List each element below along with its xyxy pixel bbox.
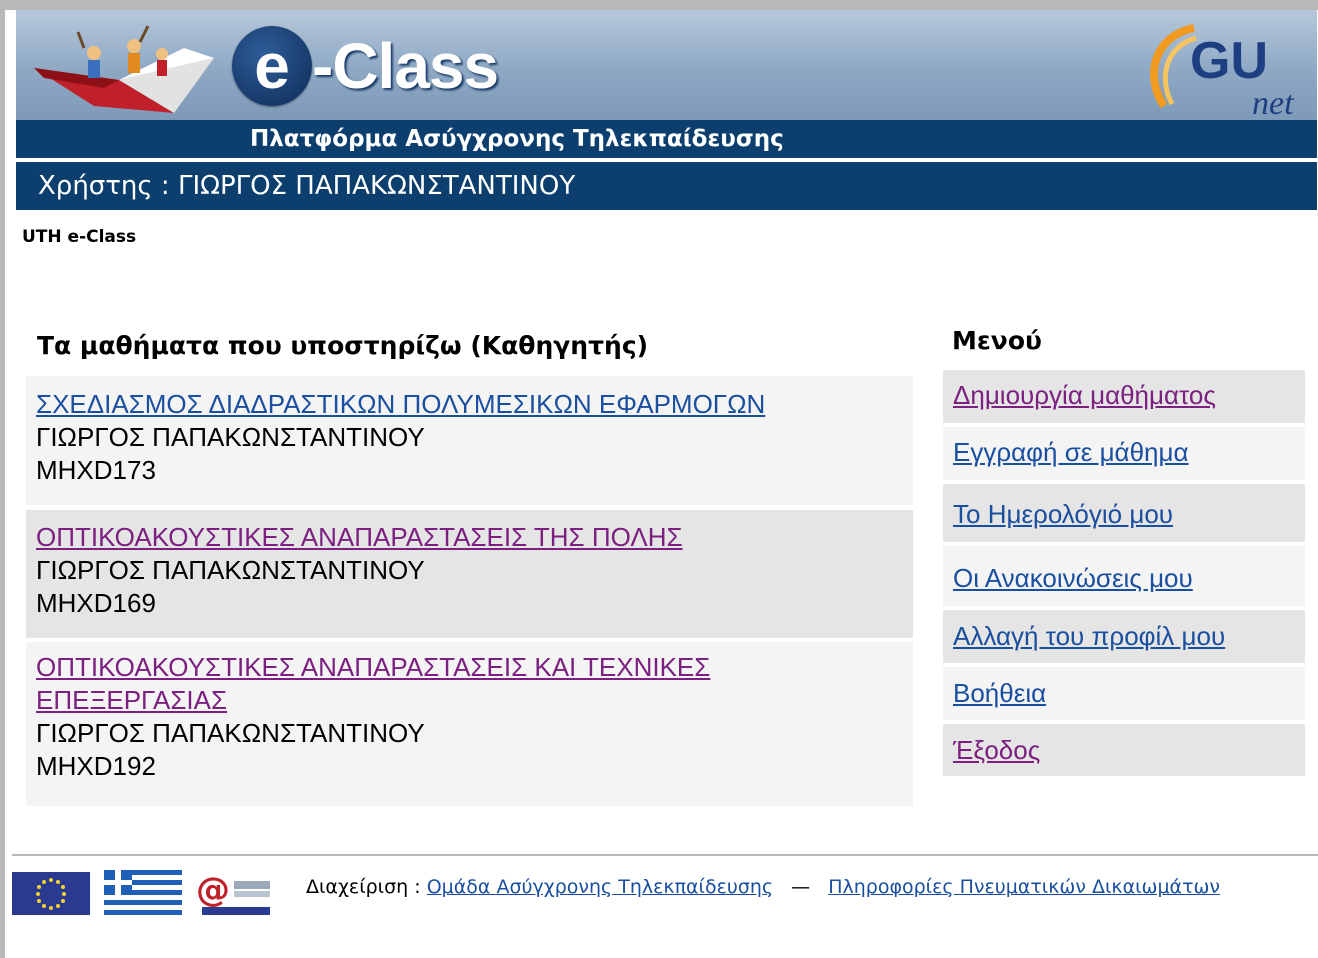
window-left-border [0,0,5,958]
breadcrumb[interactable]: UTH e-Class [22,227,136,247]
footer-credits: Διαχείριση : Ομάδα Ασύγχρονης Τηλεκπαίδε… [306,876,1220,898]
menu-link-help[interactable]: Βοήθεια [953,678,1046,709]
menu-link-profile[interactable]: Αλλαγή του προφίλ μου [953,621,1225,652]
footer-admin-label: Διαχείριση : [306,876,421,898]
menu-link-announcements[interactable]: Οι Ανακοινώσεις μου [953,563,1193,594]
course-code: MHXD169 [36,588,156,618]
menu-link-logout[interactable]: Έξοδος [953,735,1040,766]
greek-flag-icon [104,870,182,916]
current-user: Χρήστης : ΓΙΩΡΓΟΣ ΠΑΠΑΚΩΝΣΤΑΝΤΙΝΟΥ [38,171,576,201]
course-link-line1: ΟΠΤΙΚΟΑΚΟΥΣΤΙΚΕΣ ΑΝΑΠΑΡΑΣΤΑΣΕΙΣ ΚΑΙ ΤΕΧΝ… [36,652,711,682]
course-item: ΟΠΤΙΚΟΑΚΟΥΣΤΙΚΕΣ ΑΝΑΠΑΡΑΣΤΑΣΕΙΣ ΚΑΙ ΤΕΧΝ… [26,642,913,806]
gunet-logo-gu: GU [1190,32,1268,90]
gunet-logo-net: net [1252,85,1295,120]
platform-subtitle: Πλατφόρμα Ασύγχρονης Τηλεκπαίδευσης [250,126,784,152]
platform-subtitle-bar: Πλατφόρμα Ασύγχρονης Τηλεκπαίδευσης [16,120,1317,158]
menu-item-logout: Έξοδος [943,724,1305,776]
menu-link-calendar[interactable]: Το Ημερολόγιό μου [953,499,1173,530]
course-code: MHXD173 [36,455,156,485]
menu-item-announcements: Οι Ανακοινώσεις μου [943,546,1305,606]
flying-book-logo-icon [34,25,214,113]
course-teacher: ΓΙΩΡΓΟΣ ΠΑΠΑΚΩΝΣΤΑΝΤΙΝΟΥ [36,422,425,452]
menu-item-create-course: Δημιουργία μαθήματος [943,370,1305,423]
course-item: ΟΠΤΙΚΟΑΚΟΥΣΤΙΚΕΣ ΑΝΑΠΑΡΑΣΤΑΣΕΙΣ ΤΗΣ ΠΟΛΗ… [26,510,913,638]
site-header: e -Class GU net Πλατφόρμα Ασύγχρονης Τηλ… [16,10,1317,210]
course-link[interactable]: ΟΠΤΙΚΟΑΚΟΥΣΤΙΚΕΣ ΑΝΑΠΑΡΑΣΤΑΣΕΙΣ ΤΗΣ ΠΟΛΗ… [36,521,913,554]
menu-title: Μενού [952,326,1042,355]
course-teacher: ΓΙΩΡΓΟΣ ΠΑΠΑΚΩΝΣΤΑΝΤΙΝΟΥ [36,718,425,748]
course-link[interactable]: ΣΧΕΔΙΑΣΜΟΣ ΔΙΑΔΡΑΣΤΙΚΩΝ ΠΟΛΥΜΕΣΙΚΩΝ ΕΦΑΡ… [36,388,913,421]
menu-link-create-course[interactable]: Δημιουργία μαθήματος [953,380,1216,411]
menu-item-help: Βοήθεια [943,667,1305,720]
eu-flag-icon [12,872,90,915]
information-society-logo-icon: @ [196,870,270,915]
course-code: MHXD192 [36,751,156,781]
gunet-logo-icon: GU net [1150,24,1295,120]
user-bar: Χρήστης : ΓΙΩΡΓΟΣ ΠΑΠΑΚΩΝΣΤΑΝΤΙΝΟΥ [16,162,1317,210]
course-item: ΣΧΕΔΙΑΣΜΟΣ ΔΙΑΔΡΑΣΤΙΚΩΝ ΠΟΛΥΜΕΣΙΚΩΝ ΕΦΑΡ… [26,376,913,505]
eclass-logo-e: e [254,30,290,102]
eclass-logo-text: -Class [312,30,499,102]
footer-copyright-link[interactable]: Πληροφορίες Πνευματικών Δικαιωμάτων [828,876,1220,898]
footer-separator: — [791,876,811,898]
footer-admin-link[interactable]: Ομάδα Ασύγχρονης Τηλεκπαίδευσης [427,876,773,898]
course-teacher: ΓΙΩΡΓΟΣ ΠΑΠΑΚΩΝΣΤΑΝΤΙΝΟΥ [36,555,425,585]
course-link[interactable]: ΟΠΤΙΚΟΑΚΟΥΣΤΙΚΕΣ ΑΝΑΠΑΡΑΣΤΑΣΕΙΣ ΚΑΙ ΤΕΧΝ… [36,651,913,717]
window-top-border [0,0,1318,10]
menu-item-calendar: Το Ημερολόγιό μου [943,484,1305,542]
course-link-line2: ΕΠΕΞΕΡΓΑΣΙΑΣ [36,685,228,715]
courses-section-title: Τα μαθήματα που υποστηρίζω (Καθηγητής) [37,331,649,360]
menu-link-enroll[interactable]: Εγγραφή σε μάθημα [953,437,1189,468]
header-banner: e -Class GU net [16,10,1317,120]
menu-item-enroll: Εγγραφή σε μάθημα [943,427,1305,480]
menu-item-profile: Αλλαγή του προφίλ μου [943,610,1305,663]
svg-text:@: @ [196,870,230,910]
footer-divider [12,854,1318,856]
